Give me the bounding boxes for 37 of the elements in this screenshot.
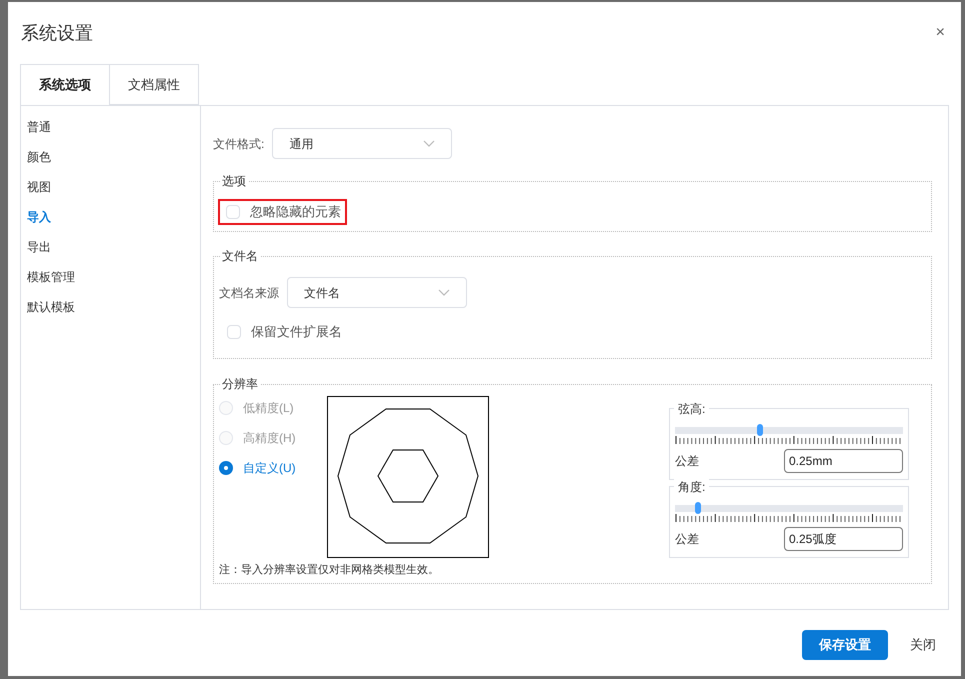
dialog-title: 系统设置 <box>21 22 93 44</box>
group-legend: 文件名 <box>220 248 260 264</box>
group-legend: 分辨率 <box>220 376 260 392</box>
field-label: 文件格式: <box>213 136 264 152</box>
close-button[interactable]: 关闭 <box>910 635 936 655</box>
checkbox-option[interactable]: 保留文件扩展名 <box>227 322 342 342</box>
sidebar-item[interactable]: 导入 <box>27 202 200 232</box>
radio-option[interactable]: 自定义(U) <box>219 457 327 479</box>
note-text: 注：导入分辨率设置仅对非网格类模型生效。 <box>219 562 440 578</box>
sidebar-item[interactable]: 视图 <box>27 172 200 202</box>
radio-button[interactable] <box>219 461 233 475</box>
field-label: 公差 <box>675 453 699 470</box>
checkbox[interactable] <box>227 324 241 339</box>
chevron-down-icon <box>438 288 450 296</box>
tolerance-input[interactable]: 0.25mm <box>784 449 903 473</box>
checkbox-option[interactable]: 忽略隐藏的元素 <box>218 199 347 225</box>
tolerance-input[interactable]: 0.25弧度 <box>784 527 903 551</box>
tab[interactable]: 系统选项 <box>20 64 110 105</box>
name-source-select[interactable]: 文件名 <box>287 277 467 308</box>
field-label: 文档名来源 <box>219 284 279 302</box>
slider-thumb[interactable] <box>757 424 764 436</box>
save-button[interactable]: 保存设置 <box>802 630 888 660</box>
slider-thumb[interactable] <box>694 502 701 514</box>
sidebar-item[interactable]: 普通 <box>27 112 200 142</box>
sidebar-item[interactable]: 导出 <box>27 232 200 262</box>
chevron-down-icon <box>423 140 436 148</box>
sidebar-item[interactable]: 颜色 <box>27 142 200 172</box>
sidebar-item[interactable]: 模板管理 <box>27 262 200 292</box>
group-legend: 弦高: <box>674 401 710 417</box>
sidebar-item[interactable]: 默认模板 <box>27 292 200 322</box>
group-legend: 选项 <box>220 173 248 189</box>
close-button[interactable]: × <box>936 21 945 45</box>
format-select[interactable]: 通用 <box>272 128 452 159</box>
field-label: 公差 <box>675 531 699 548</box>
group-legend: 角度: <box>674 479 710 495</box>
checkbox[interactable] <box>226 205 240 219</box>
tab[interactable]: 文档属性 <box>109 64 199 105</box>
